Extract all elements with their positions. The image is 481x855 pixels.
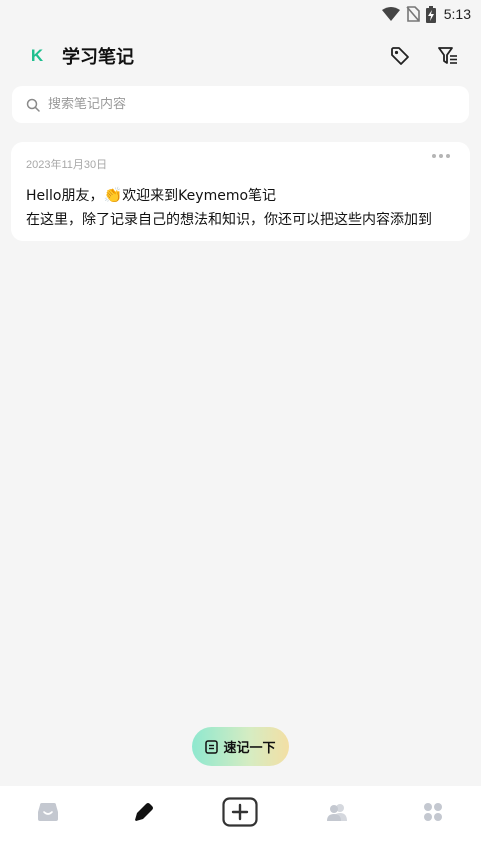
tag-icon: [391, 47, 409, 65]
search-input[interactable]: [48, 97, 428, 112]
inbox-icon: [38, 803, 59, 821]
nav-inbox[interactable]: [28, 792, 68, 832]
note-line-1: Hello朋友，👏欢迎来到Keymemo笔记: [26, 185, 455, 205]
search-bar: [12, 86, 469, 123]
note-greeting: Hello朋友，: [26, 188, 104, 204]
note-card[interactable]: 2023年11月30日 Hello朋友，👏欢迎来到Keymemo笔记 在这里，除…: [11, 142, 470, 241]
apps-icon: [423, 803, 442, 821]
quick-note-button[interactable]: 速记一下: [192, 727, 289, 766]
clap-emoji-icon: 👏: [103, 186, 123, 204]
nav-notes[interactable]: [124, 792, 164, 832]
contacts-icon: [326, 804, 347, 821]
tag-button[interactable]: [387, 43, 413, 69]
status-bar: 5:13: [0, 0, 481, 28]
bottom-nav: [0, 786, 481, 838]
status-time: 5:13: [443, 6, 471, 22]
app-logo[interactable]: K: [26, 45, 48, 67]
bottom-edge: [0, 838, 481, 855]
battery-charging-icon: [425, 5, 436, 23]
no-sim-icon: [406, 6, 420, 22]
filter-icon: [438, 47, 457, 64]
note-date: 2023年11月30日: [26, 159, 108, 171]
more-options-icon[interactable]: [432, 154, 450, 158]
note-icon: [135, 803, 154, 821]
add-icon: [222, 797, 259, 827]
wifi-icon: [381, 7, 400, 21]
quick-note-label: 速记一下: [223, 741, 276, 756]
note-welcome: 欢迎来到Keymemo笔记: [122, 188, 277, 204]
page-title[interactable]: 学习笔记: [62, 43, 134, 69]
note-doc-icon: [205, 739, 219, 754]
search-icon: [26, 98, 40, 112]
app-header: K 学习笔记: [0, 36, 481, 76]
note-line-2: 在这里，除了记录自己的想法和知识，你还可以把这些内容添加到: [26, 212, 432, 228]
nav-add[interactable]: [220, 792, 260, 832]
nav-apps[interactable]: [413, 792, 453, 832]
nav-contacts[interactable]: [317, 792, 357, 832]
filter-button[interactable]: [435, 43, 461, 69]
